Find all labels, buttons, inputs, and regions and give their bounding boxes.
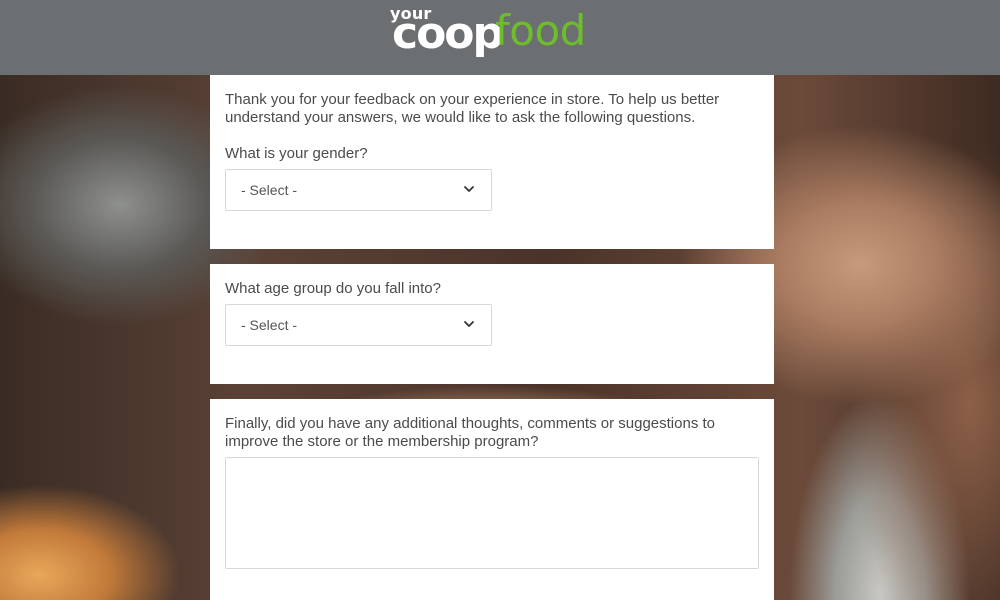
chevron-down-icon [464, 321, 474, 327]
chevron-down-icon [464, 186, 474, 192]
comments-question: Finally, did you have any additional tho… [225, 415, 716, 450]
gender-select[interactable]: - Select - [225, 169, 492, 211]
logo-coop-text: coop [392, 8, 504, 59]
your-coop-food-logo: your coop food [390, 4, 590, 60]
age-select[interactable]: - Select - [225, 304, 492, 346]
logo-food-text: food [495, 6, 586, 55]
gender-question: What is your gender? [225, 145, 368, 162]
gender-select-value: - Select - [241, 182, 298, 198]
age-select-value: - Select - [241, 317, 298, 333]
survey-card-gender: Thank you for your feedback on your expe… [210, 75, 774, 249]
survey-card-age: What age group do you fall into? - Selec… [210, 264, 774, 384]
intro-text: Thank you for your feedback on your expe… [225, 91, 720, 126]
site-header: your coop food [0, 0, 1000, 75]
survey-card-comments: Finally, did you have any additional tho… [210, 399, 774, 600]
age-question: What age group do you fall into? [225, 280, 441, 297]
comments-textarea[interactable] [225, 457, 759, 569]
